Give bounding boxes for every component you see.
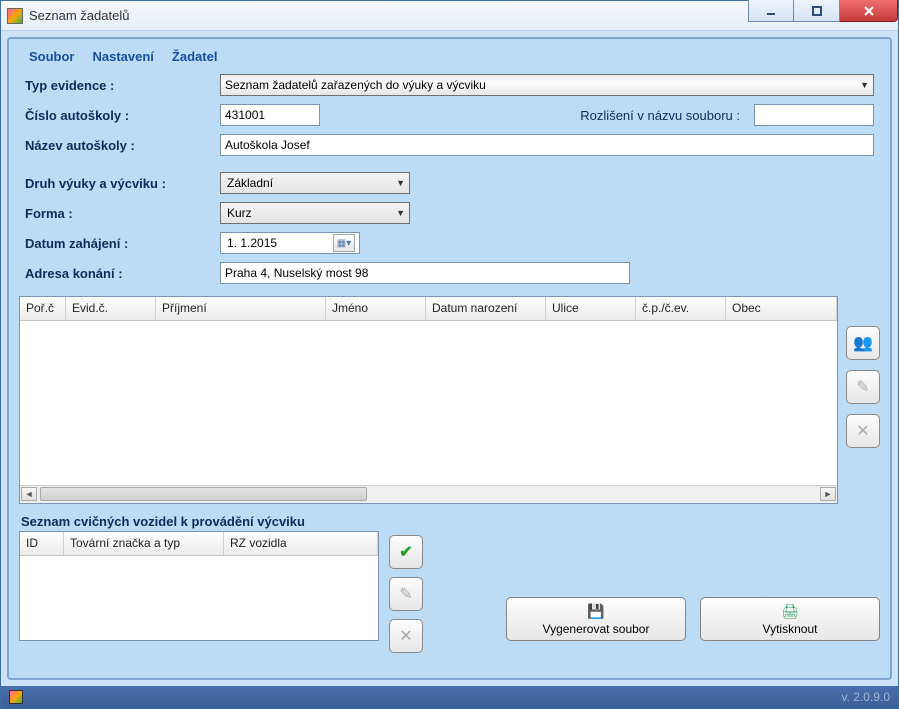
chevron-down-icon: ▼ [860,80,869,90]
training-type-select[interactable]: Základní ▼ [220,172,410,194]
school-name-input[interactable] [220,134,874,156]
filename-diff-input[interactable] [754,104,874,126]
school-name-label: Název autoškoly : [25,138,220,153]
window-buttons [748,1,898,30]
form-label: Forma : [25,206,220,221]
edit-icon: ✎ [399,584,412,604]
confirm-vehicle-button[interactable]: ✔ [389,535,423,569]
delete-icon: ✕ [399,626,412,646]
school-number-label: Číslo autoškoly : [25,108,220,123]
menu-settings[interactable]: Nastavení [93,49,154,64]
delete-icon: ✕ [856,421,869,441]
menubar: Soubor Nastavení Žadatel [19,47,880,74]
footer-buttons: 💾 Vygenerovat soubor 🖨 Vytisknout [433,531,880,641]
col-vehicle-id[interactable]: ID [20,532,64,555]
col-surname[interactable]: Příjmení [156,297,326,320]
vehicles-table[interactable]: ID Tovární značka a typ RZ vozidla [19,531,379,641]
window-title: Seznam žadatelů [29,8,748,23]
statusbar: v. 2.0.9.0 [1,686,898,708]
scroll-left-icon[interactable]: ◄ [21,487,37,501]
chevron-down-icon: ▼ [396,208,405,218]
minimize-icon [765,5,777,17]
check-icon: ✔ [399,542,412,562]
applicants-side-buttons: 👥 ✎ ✕ [846,296,880,448]
col-vehicle-rz[interactable]: RZ vozidla [224,532,378,555]
applicants-panel: Poř.č Evid.č. Příjmení Jméno Datum naroz… [19,296,880,504]
start-date-label: Datum zahájení : [25,236,220,251]
col-vehicle-make[interactable]: Tovární značka a typ [64,532,224,555]
edit-applicant-button[interactable]: ✎ [846,370,880,404]
status-app-icon [9,690,23,704]
vehicles-side-buttons: ✔ ✎ ✕ [389,531,423,653]
col-dob[interactable]: Datum narození [426,297,546,320]
remove-vehicle-button[interactable]: ✕ [389,619,423,653]
calendar-icon[interactable]: ▦▾ [333,234,355,252]
form-select[interactable]: Kurz ▼ [220,202,410,224]
school-number-input[interactable] [220,104,320,126]
vehicles-columns: ID Tovární značka a typ RZ vozidla [20,532,378,556]
menu-file[interactable]: Soubor [29,49,75,64]
client-area: Soubor Nastavení Žadatel Typ evidence : … [7,37,892,680]
vehicles-section-title: Seznam cvičných vozidel k provádění výcv… [21,514,880,529]
app-window: Seznam žadatelů Soubor Nastavení Žadatel [0,0,899,709]
form-value: Kurz [227,206,252,220]
start-date-value: 1. 1.2015 [227,236,277,250]
applicants-hscroll[interactable]: ◄ ► [20,485,837,503]
evidence-type-value: Seznam žadatelů zařazených do výuky a vý… [225,78,486,92]
close-button[interactable] [840,0,898,22]
print-icon: 🖨 [781,603,799,620]
app-icon [7,8,23,24]
applicants-columns: Poř.č Evid.č. Příjmení Jméno Datum naroz… [20,297,837,321]
col-cpcev[interactable]: č.p./č.ev. [636,297,726,320]
minimize-button[interactable] [748,0,794,22]
col-town[interactable]: Obec [726,297,837,320]
col-porc[interactable]: Poř.č [20,297,66,320]
generate-file-button[interactable]: 💾 Vygenerovat soubor [506,597,686,641]
col-name[interactable]: Jméno [326,297,426,320]
print-button[interactable]: 🖨 Vytisknout [700,597,880,641]
form: Typ evidence : Seznam žadatelů zařazenýc… [19,74,880,292]
edit-icon: ✎ [856,377,869,397]
person-add-icon: 👥 [853,333,873,353]
scroll-thumb[interactable] [40,487,367,501]
close-icon [862,4,876,18]
chevron-down-icon: ▼ [396,178,405,188]
titlebar: Seznam žadatelů [1,1,898,31]
vehicles-panel: ID Tovární značka a typ RZ vozidla ✔ ✎ ✕ [19,531,880,653]
address-input[interactable] [220,262,630,284]
col-evidc[interactable]: Evid.č. [66,297,156,320]
col-street[interactable]: Ulice [546,297,636,320]
version-label: v. 2.0.9.0 [842,690,890,704]
evidence-type-label: Typ evidence : [25,78,220,93]
filename-diff-label: Rozlišení v názvu souboru : [368,108,740,123]
print-label: Vytisknout [763,622,818,636]
evidence-type-select[interactable]: Seznam žadatelů zařazených do výuky a vý… [220,74,874,96]
applicants-table[interactable]: Poř.č Evid.č. Příjmení Jméno Datum naroz… [19,296,838,504]
menu-applicant[interactable]: Žadatel [172,49,218,64]
vehicles-body [20,556,378,640]
applicants-body [20,321,837,485]
add-applicant-button[interactable]: 👥 [846,326,880,360]
maximize-icon [811,5,823,17]
edit-vehicle-button[interactable]: ✎ [389,577,423,611]
address-label: Adresa konání : [25,266,220,281]
scroll-right-icon[interactable]: ► [820,487,836,501]
start-date-picker[interactable]: 1. 1.2015 ▦▾ [220,232,360,254]
maximize-button[interactable] [794,0,840,22]
remove-applicant-button[interactable]: ✕ [846,414,880,448]
training-type-label: Druh výuky a výcviku : [25,176,220,191]
training-type-value: Základní [227,176,273,190]
generate-file-label: Vygenerovat soubor [543,622,650,636]
save-icon: 💾 [587,603,604,620]
